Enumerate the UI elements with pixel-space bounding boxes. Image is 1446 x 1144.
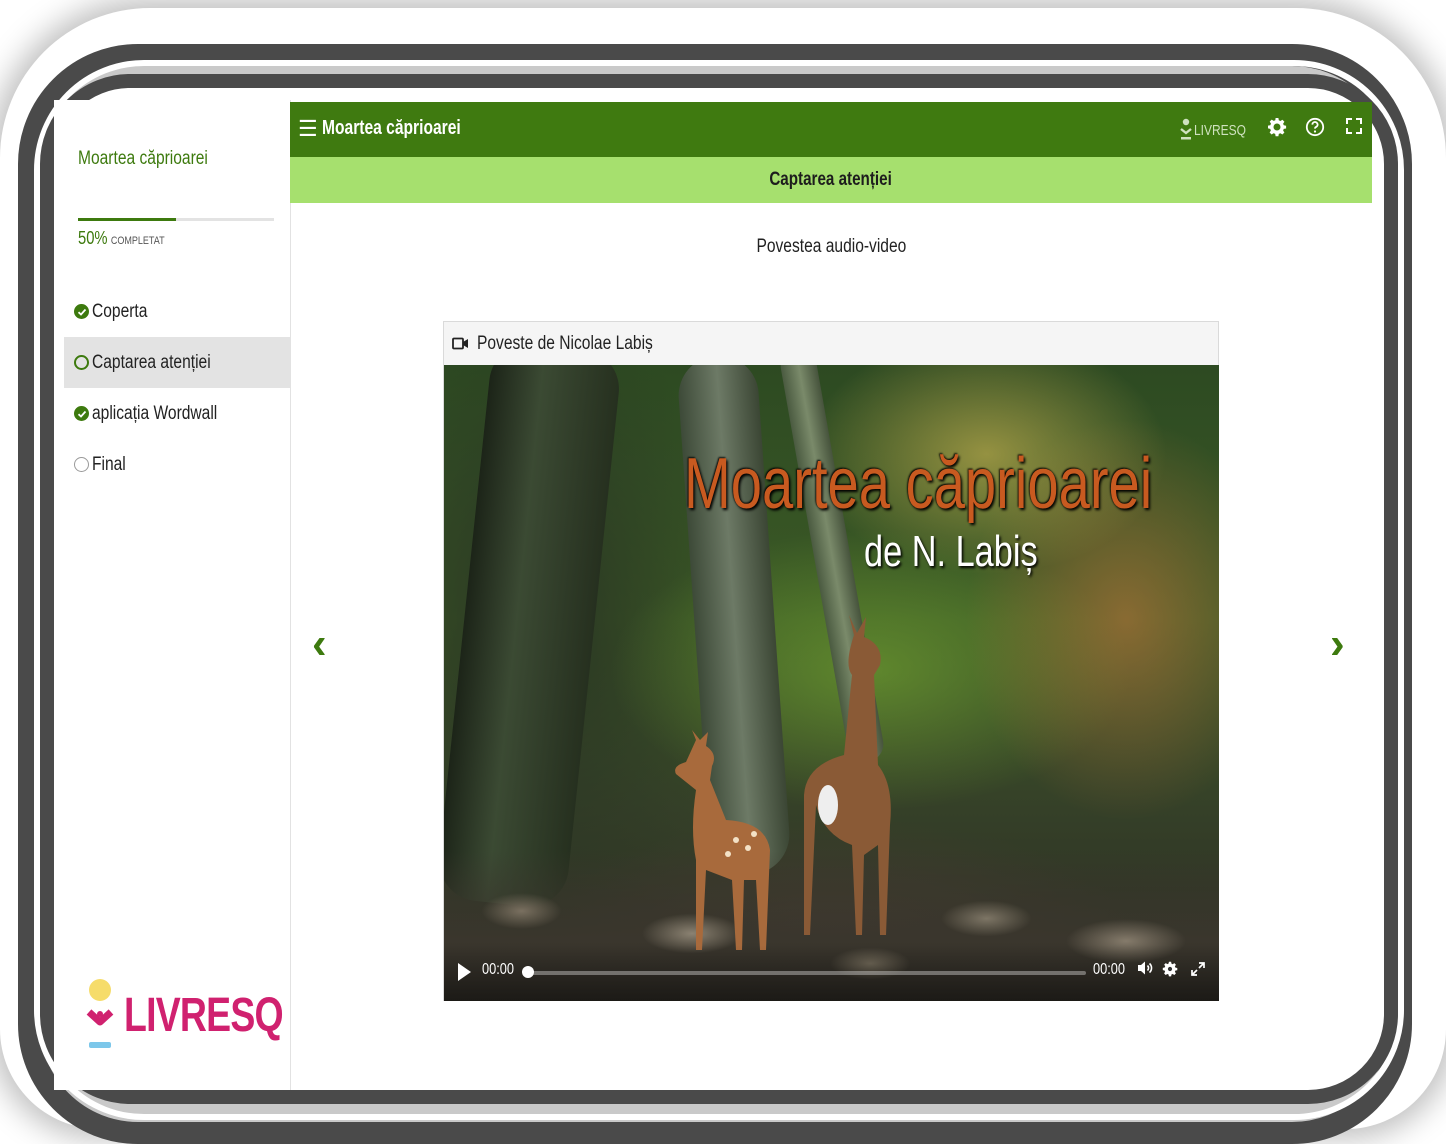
- tree-trunk: [444, 365, 623, 911]
- sidebar-title: Moartea căprioarei: [78, 148, 208, 169]
- chevron-right-icon[interactable]: ›: [1330, 622, 1345, 666]
- livresq-mark-icon: [86, 979, 114, 1048]
- fullscreen-icon[interactable]: [1342, 117, 1366, 141]
- sidebar-item-label: Captarea atenției: [92, 351, 211, 373]
- sidebar-item-final[interactable]: Final: [64, 439, 290, 490]
- video-player[interactable]: Moartea căprioarei de N. Labiș 00:00 00:…: [444, 365, 1219, 1001]
- circle-outline-icon: [74, 457, 89, 472]
- lesson-app: Moartea căprioarei 50% COMPLETAT Coperta …: [0, 0, 1446, 1129]
- progress-fill: [78, 218, 176, 221]
- check-icon: [74, 304, 89, 319]
- current-time: 00:00: [482, 961, 515, 978]
- settings-icon[interactable]: [1162, 959, 1178, 983]
- sidebar-item-label: aplicația Wordwall: [92, 402, 218, 424]
- video-card: Poveste de Nicolae Labiș Moartea căprioa…: [443, 321, 1219, 1001]
- livresq-logo-text: LIVRESQ: [124, 989, 284, 1042]
- section-title: Captarea atenției: [769, 169, 893, 190]
- video-controls: 00:00 00:00: [444, 945, 1219, 1001]
- progress-percent: 50%: [78, 228, 108, 248]
- hamburger-icon[interactable]: ☰: [298, 118, 318, 140]
- sidebar-item-aplicatia-wordwall[interactable]: aplicația Wordwall: [64, 388, 290, 439]
- content-heading-text: Povestea audio-video: [756, 236, 906, 257]
- video-header-label: Poveste de Nicolae Labiș: [477, 332, 653, 354]
- circle-icon: [74, 355, 89, 370]
- video-camera-icon: [452, 337, 468, 350]
- check-icon: [74, 406, 89, 421]
- seek-bar[interactable]: [528, 971, 1086, 975]
- sidebar: Moartea căprioarei 50% COMPLETAT Coperta …: [54, 100, 291, 1090]
- section-bar: Captarea atenției: [290, 157, 1372, 203]
- video-frame-title: Moartea căprioarei: [684, 444, 1153, 524]
- fawn-image: [675, 730, 770, 950]
- video-header: Poveste de Nicolae Labiș: [444, 322, 1218, 365]
- sidebar-item-captarea-atentiei[interactable]: Captarea atenției: [64, 337, 290, 388]
- volume-icon[interactable]: [1136, 959, 1154, 983]
- progress-label: 50% COMPLETAT: [78, 228, 165, 249]
- progress-word: COMPLETAT: [110, 235, 165, 247]
- content-heading: Povestea audio-video: [290, 236, 1372, 258]
- video-frame-subtitle: de N. Labiș: [864, 527, 1038, 576]
- livresq-small-text: LIVRESQ: [1194, 121, 1247, 139]
- gear-icon[interactable]: [1265, 117, 1289, 141]
- sidebar-item-label: Final: [92, 453, 126, 475]
- top-bar: ☰ Moartea căprioarei LIVRESQ: [290, 102, 1372, 157]
- play-icon[interactable]: [458, 963, 471, 981]
- livresq-logo: LIVRESQ: [86, 976, 284, 1056]
- progress-bar: [78, 218, 274, 221]
- livresq-mark-icon: [1180, 118, 1192, 140]
- doe-image: [804, 615, 891, 935]
- help-icon[interactable]: [1303, 117, 1327, 141]
- livresq-small-logo[interactable]: LIVRESQ: [1180, 118, 1259, 142]
- seek-handle[interactable]: [522, 966, 534, 978]
- chevron-left-icon[interactable]: ‹: [312, 622, 327, 666]
- expand-icon[interactable]: [1190, 959, 1206, 983]
- sidebar-nav: Coperta Captarea atenției aplicația Word…: [64, 286, 290, 490]
- sidebar-item-label: Coperta: [92, 300, 148, 322]
- sidebar-item-coperta[interactable]: Coperta: [64, 286, 290, 337]
- page-title: Moartea căprioarei: [322, 117, 461, 139]
- duration: 00:00: [1093, 961, 1126, 978]
